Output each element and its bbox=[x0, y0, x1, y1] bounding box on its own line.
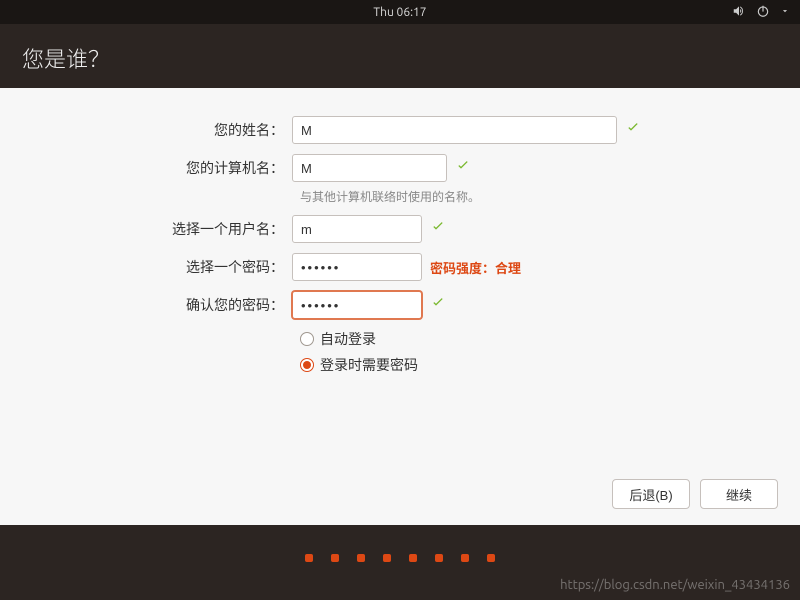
confirm-label: 确认您的密码： bbox=[22, 295, 292, 315]
password-input[interactable] bbox=[292, 253, 422, 281]
clock: Thu 06:17 bbox=[373, 6, 426, 19]
continue-button[interactable]: 继续 bbox=[700, 479, 778, 509]
power-icon[interactable] bbox=[756, 4, 770, 21]
name-label: 您的姓名： bbox=[22, 120, 292, 140]
form-panel: 您的姓名： 您的计算机名： 与其他计算机联络时使用的名称。 选择一个用户名： 选… bbox=[0, 88, 800, 525]
auto-login-option[interactable]: 自动登录 bbox=[300, 329, 778, 349]
dot bbox=[409, 554, 417, 562]
dot bbox=[331, 554, 339, 562]
hostname-hint: 与其他计算机联络时使用的名称。 bbox=[300, 188, 778, 205]
progress-strip: https://blog.csdn.net/weixin_43434136 bbox=[0, 525, 800, 596]
dot bbox=[305, 554, 313, 562]
check-icon bbox=[430, 219, 446, 239]
dot bbox=[435, 554, 443, 562]
require-password-option[interactable]: 登录时需要密码 bbox=[300, 355, 778, 375]
check-icon bbox=[625, 120, 641, 140]
require-password-label: 登录时需要密码 bbox=[320, 355, 418, 375]
installer-header: 您是谁？ bbox=[0, 24, 800, 88]
chevron-down-icon[interactable] bbox=[780, 6, 790, 19]
password-label: 选择一个密码： bbox=[22, 257, 292, 277]
auto-login-label: 自动登录 bbox=[320, 329, 376, 349]
progress-dots bbox=[305, 554, 495, 562]
dot bbox=[357, 554, 365, 562]
check-icon bbox=[455, 158, 471, 178]
username-input[interactable] bbox=[292, 215, 422, 243]
name-input[interactable] bbox=[292, 116, 617, 144]
radio-icon bbox=[300, 332, 314, 346]
back-button[interactable]: 后退(B) bbox=[612, 479, 690, 509]
page-title: 您是谁？ bbox=[22, 42, 778, 74]
top-bar: Thu 06:17 bbox=[0, 0, 800, 24]
login-options: 自动登录 登录时需要密码 bbox=[300, 329, 778, 375]
dot bbox=[383, 554, 391, 562]
radio-icon bbox=[300, 358, 314, 372]
check-icon bbox=[430, 295, 446, 315]
hostname-input[interactable] bbox=[292, 154, 447, 182]
watermark: https://blog.csdn.net/weixin_43434136 bbox=[560, 578, 790, 592]
password-strength: 密码强度：合理 bbox=[430, 258, 521, 277]
dot bbox=[461, 554, 469, 562]
volume-icon[interactable] bbox=[732, 4, 746, 21]
hostname-label: 您的计算机名： bbox=[22, 158, 292, 178]
dot bbox=[487, 554, 495, 562]
confirm-input[interactable] bbox=[292, 291, 422, 319]
username-label: 选择一个用户名： bbox=[22, 219, 292, 239]
